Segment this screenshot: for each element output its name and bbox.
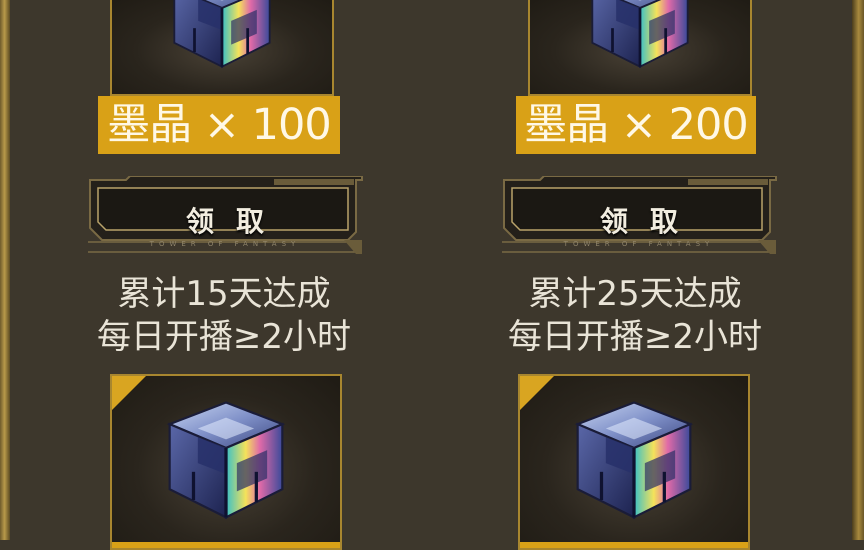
condition-line-2: 每日开播≥2小时 (507, 317, 763, 357)
condition-line-1: 累计25天达成 (528, 274, 742, 314)
claim-button-1[interactable]: 领取 TOWER OF FANTASY (86, 176, 364, 256)
claim-button-subtitle: TOWER OF FANTASY (563, 240, 715, 248)
condition-line-2: 每日开播≥2小时 (96, 317, 352, 357)
frame-right-edge (852, 0, 864, 540)
condition-text-1: 累计15天达成 每日开播≥2小时 (44, 273, 404, 359)
claim-button-label: 领取 (599, 205, 700, 238)
card-gold-strip (112, 542, 340, 548)
crystal-cube-icon (590, 0, 690, 69)
crystal-cube-icon (172, 0, 272, 69)
condition-text-2: 累计25天达成 每日开播≥2小时 (455, 273, 815, 359)
crystal-cube-icon (576, 400, 692, 519)
claim-button-subtitle: TOWER OF FANTASY (149, 240, 301, 248)
crystal-cube-icon (168, 400, 284, 519)
reward-quantity-2: 墨晶 × 200 (516, 96, 756, 154)
corner-badge-icon (520, 376, 556, 412)
reward-card-4 (518, 374, 750, 550)
condition-line-1: 累计15天达成 (117, 274, 331, 314)
corner-badge-icon (112, 376, 148, 412)
reward-card-3 (110, 374, 342, 550)
reward-card-1 (110, 0, 334, 96)
reward-quantity-1: 墨晶 × 100 (98, 96, 340, 154)
card-gold-strip (520, 542, 748, 548)
claim-button-label: 领取 (185, 205, 286, 238)
claim-button-2[interactable]: 领取 TOWER OF FANTASY (500, 176, 778, 256)
reward-card-2 (528, 0, 752, 96)
frame-left-edge (0, 0, 10, 540)
